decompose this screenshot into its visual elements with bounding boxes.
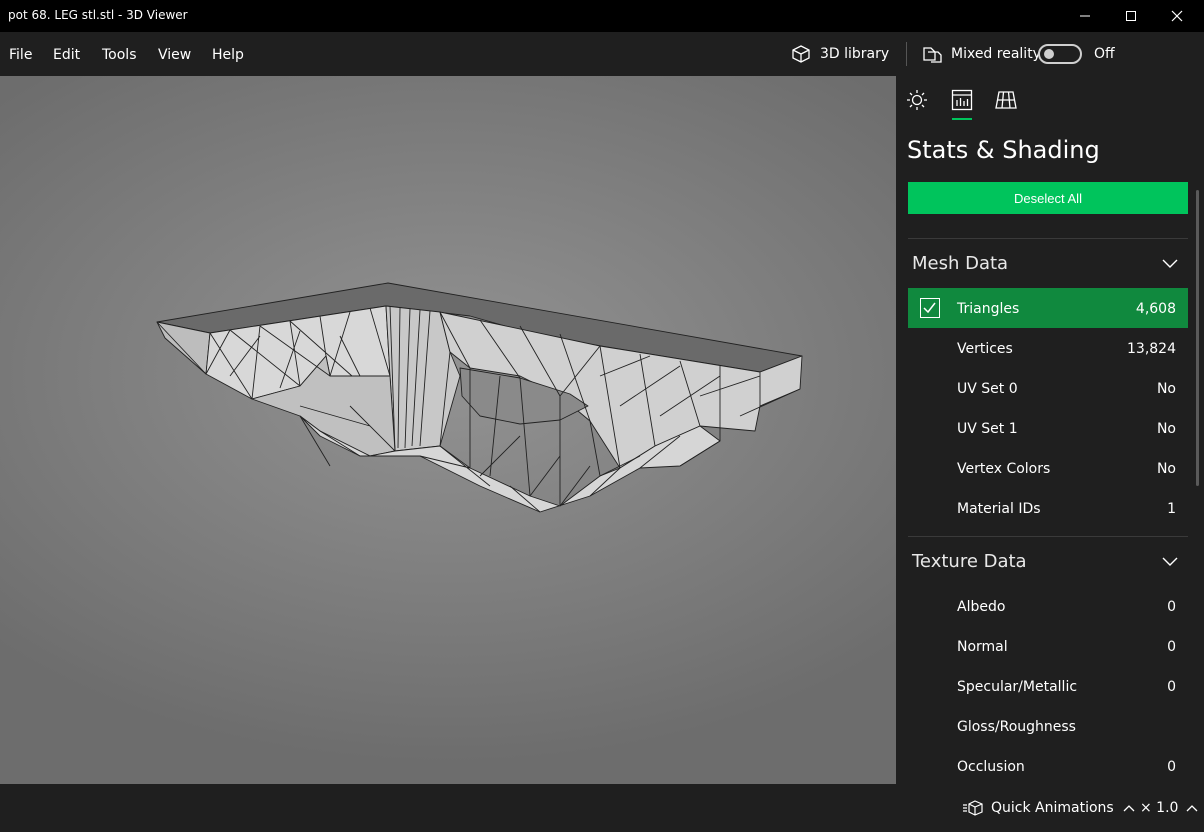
row-label: Vertex Colors: [957, 461, 1051, 477]
row-label: UV Set 0: [957, 381, 1018, 397]
row-label: Vertices: [957, 341, 1013, 357]
window-title: pot 68. LEG stl.stl - 3D Viewer: [8, 8, 188, 22]
menu-tools[interactable]: Tools: [102, 47, 137, 63]
texture-row-occlusion[interactable]: Occlusion 0: [908, 746, 1188, 786]
row-label: Material IDs: [957, 501, 1041, 517]
texture-row-albedo[interactable]: Albedo 0: [908, 586, 1188, 626]
row-value: 0: [1167, 679, 1176, 695]
menu-edit[interactable]: Edit: [53, 47, 80, 63]
mesh-row-material-ids[interactable]: Material IDs 1: [908, 488, 1188, 528]
maximize-icon: [1126, 11, 1136, 21]
mesh-row-uv-set-1[interactable]: UV Set 1 No: [908, 408, 1188, 448]
row-label: Albedo: [957, 599, 1006, 615]
mesh-row-uv-set-0[interactable]: UV Set 0 No: [908, 368, 1188, 408]
mesh-row-vertices[interactable]: Vertices 13,824: [908, 328, 1188, 368]
toggle-knob: [1044, 49, 1054, 59]
row-label: Triangles: [957, 301, 1020, 317]
deselect-all-button[interactable]: Deselect All: [908, 182, 1188, 214]
mesh-row-triangles[interactable]: Triangles 4,608: [908, 288, 1188, 328]
chevron-down-icon[interactable]: [1162, 555, 1178, 567]
mesh-row-vertex-colors[interactable]: Vertex Colors No: [908, 448, 1188, 488]
mesh-data-header[interactable]: Mesh Data: [912, 253, 1008, 274]
title-bar: pot 68. LEG stl.stl - 3D Viewer: [0, 0, 1204, 32]
animation-speed-button[interactable]: × 1.0: [1140, 800, 1198, 816]
mixed-reality-icon: [923, 47, 942, 63]
3d-library-label: 3D library: [820, 46, 890, 62]
row-label: Normal: [957, 639, 1008, 655]
checkmark-icon: [923, 302, 936, 314]
chevron-up-icon: [1186, 805, 1198, 812]
row-value: 0: [1167, 599, 1176, 615]
row-value: 4,608: [1135, 301, 1176, 317]
lighting-tab-icon[interactable]: [906, 89, 928, 111]
menu-file[interactable]: File: [9, 47, 32, 63]
texture-row-specular-metallic[interactable]: Specular/Metallic 0: [908, 666, 1188, 706]
cube-icon: [792, 45, 810, 63]
row-label: Gloss/Roughness: [957, 719, 1076, 735]
mesh-model: [156, 282, 803, 513]
row-value: 0: [1167, 759, 1176, 775]
checkbox[interactable]: [920, 298, 940, 318]
chevron-up-icon: [1123, 805, 1135, 812]
stats-tab-icon[interactable]: [951, 89, 973, 111]
quick-animations-label: Quick Animations: [991, 800, 1114, 816]
close-icon: [1171, 10, 1183, 22]
mixed-reality-button[interactable]: Mixed reality: [921, 44, 1041, 64]
quick-animations-button[interactable]: Quick Animations: [962, 800, 1135, 816]
row-value: No: [1156, 421, 1176, 437]
minimize-icon: [1080, 15, 1090, 17]
row-value: No: [1156, 381, 1176, 397]
menu-view[interactable]: View: [158, 47, 191, 63]
row-label: UV Set 1: [957, 421, 1018, 437]
menu-help[interactable]: Help: [212, 47, 244, 63]
divider: [908, 536, 1188, 537]
mixed-reality-label: Mixed reality: [951, 46, 1041, 62]
row-value: 1: [1167, 501, 1176, 517]
panel-title: Stats & Shading: [907, 136, 1100, 164]
active-tab-indicator: [952, 118, 972, 120]
animation-speed-label: × 1.0: [1140, 800, 1179, 816]
3d-viewport[interactable]: [0, 76, 896, 784]
row-value: 0: [1167, 639, 1176, 655]
texture-row-normal[interactable]: Normal 0: [908, 626, 1188, 666]
minimize-button[interactable]: [1062, 0, 1108, 32]
row-value: No: [1156, 461, 1176, 477]
grid-tab-icon[interactable]: [995, 89, 1017, 111]
animation-icon: [963, 800, 983, 816]
row-label: Specular/Metallic: [957, 679, 1078, 695]
menu-separator: [906, 42, 907, 66]
texture-row-gloss-roughness[interactable]: Gloss/Roughness: [908, 706, 1188, 746]
divider: [908, 238, 1188, 239]
toggle-state-label: Off: [1094, 46, 1115, 62]
row-label: Occlusion: [957, 759, 1025, 775]
row-value: 13,824: [1127, 341, 1176, 357]
3d-library-button[interactable]: 3D library: [790, 44, 889, 64]
maximize-button[interactable]: [1108, 0, 1154, 32]
close-button[interactable]: [1154, 0, 1200, 32]
chevron-down-icon[interactable]: [1162, 257, 1178, 269]
mixed-reality-toggle[interactable]: [1038, 44, 1082, 64]
panel-scrollbar[interactable]: [1196, 190, 1199, 486]
texture-data-header[interactable]: Texture Data: [912, 551, 1027, 572]
